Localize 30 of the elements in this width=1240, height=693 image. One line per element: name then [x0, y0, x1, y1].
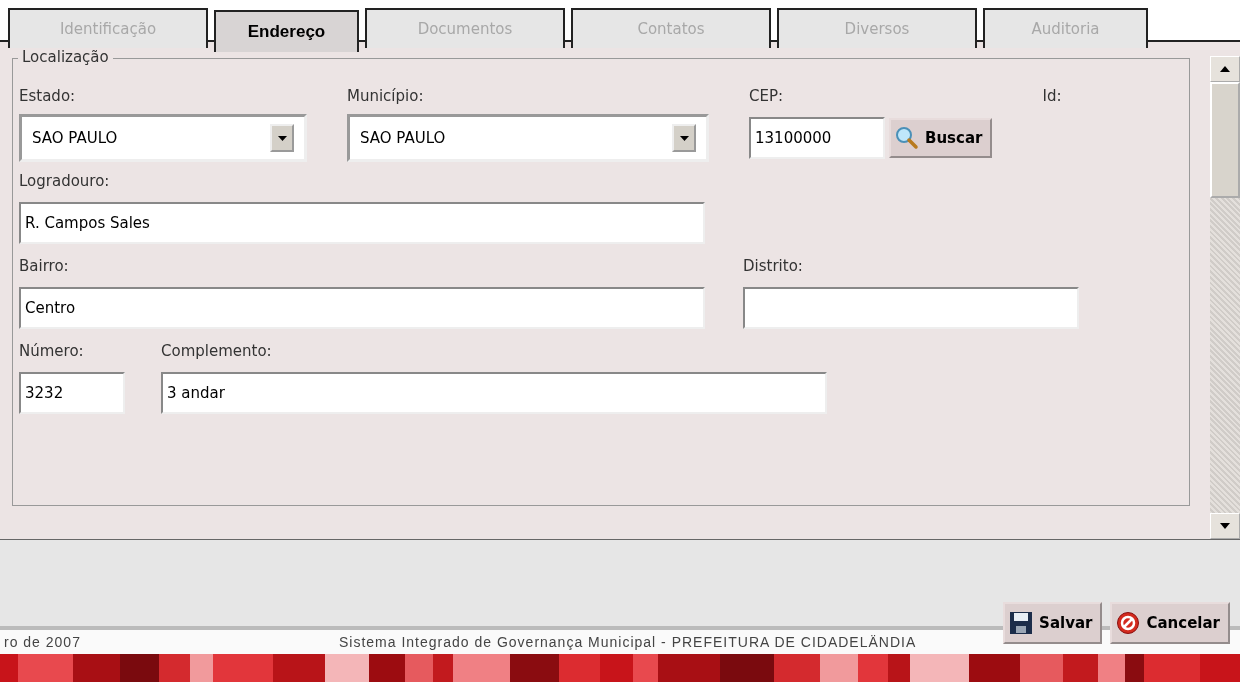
scroll-up-icon[interactable]: [1210, 56, 1240, 82]
scroll-thumb[interactable]: [1210, 82, 1240, 198]
dropdown[interactable]: SAO PAULO: [347, 114, 709, 162]
fieldset-legend: Localização: [18, 48, 113, 66]
scroll-down-icon[interactable]: [1210, 513, 1240, 539]
field-label: Distrito:: [743, 255, 804, 277]
cancel-button[interactable]: Cancelar: [1110, 602, 1230, 644]
cancel-icon: [1116, 611, 1141, 635]
input-field[interactable]: 13100000: [749, 117, 885, 159]
search-button[interactable]: Buscar: [889, 118, 993, 158]
field-label: Estado:: [19, 85, 77, 107]
input-field[interactable]: Centro: [19, 287, 705, 329]
field-label: Complemento:: [161, 340, 273, 362]
input-field[interactable]: 3232: [19, 372, 125, 414]
scrollbar[interactable]: [1210, 56, 1240, 539]
footer-date: ro de 2007: [4, 634, 81, 650]
input-field[interactable]: [743, 287, 1079, 329]
field-label: Logradouro:: [19, 170, 111, 192]
field-label: Município:: [347, 85, 425, 107]
save-button[interactable]: Salvar: [1003, 602, 1103, 644]
field-label: Número:: [19, 340, 85, 362]
field-label: CEP:: [749, 85, 785, 107]
input-field[interactable]: 3 andar: [161, 372, 827, 414]
search-icon: [895, 126, 919, 150]
field-label: Id:: [1042, 85, 1062, 107]
input-field[interactable]: R. Campos Sales: [19, 202, 705, 244]
field-label: Bairro:: [19, 255, 70, 277]
tab[interactable]: Endereço: [214, 10, 359, 52]
dropdown[interactable]: SAO PAULO: [19, 114, 307, 162]
footer-title: Sistema Integrado de Governança Municipal - PREFEITURA DE CIDADELÄNDIA: [338, 634, 917, 650]
